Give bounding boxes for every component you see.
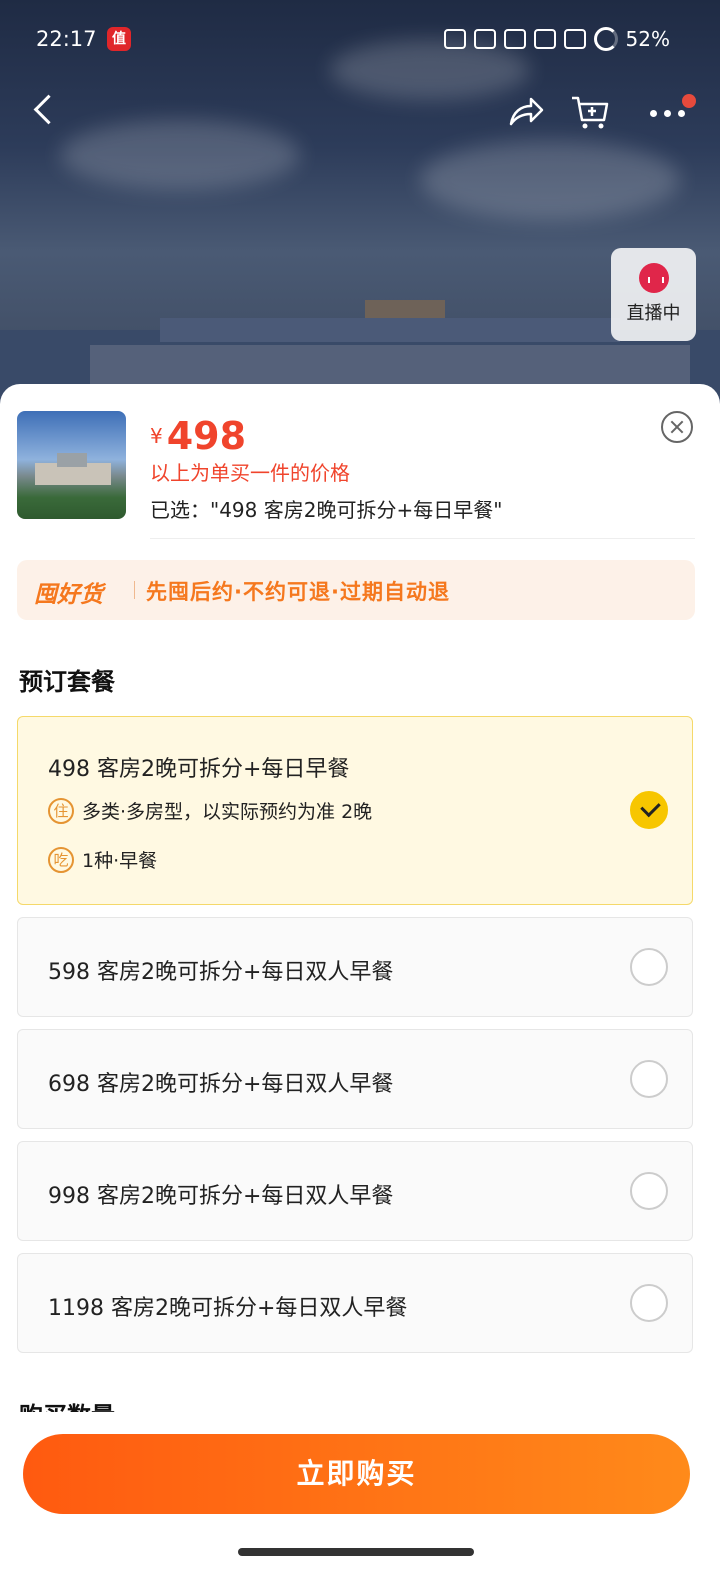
promo-separator bbox=[134, 581, 135, 599]
bluetooth-icon bbox=[473, 29, 496, 49]
package-label: 698 客房2晚可拆分+每日双人早餐 bbox=[48, 1072, 394, 1097]
package-label: 998 客房2晚可拆分+每日双人早餐 bbox=[48, 1184, 394, 1209]
package-detail-stay: 住 多类·多房型，以实际预约为准 2晚 bbox=[48, 797, 372, 824]
battery-level: 52% bbox=[625, 27, 670, 51]
hd-icon bbox=[503, 29, 526, 49]
check-icon[interactable] bbox=[630, 791, 668, 829]
status-bar: 22:17 值 52% bbox=[0, 0, 720, 80]
radio-icon[interactable] bbox=[630, 1060, 668, 1098]
system-icons: 52% bbox=[443, 27, 670, 51]
radio-icon[interactable] bbox=[630, 948, 668, 986]
meal-tag-icon: 吃 bbox=[48, 846, 74, 873]
package-label: 598 客房2晚可拆分+每日双人早餐 bbox=[48, 960, 394, 985]
quantity-title: 购买数量 bbox=[19, 1396, 115, 1412]
battery-icon bbox=[593, 27, 618, 51]
package-option[interactable]: 598 客房2晚可拆分+每日双人早餐 bbox=[17, 917, 693, 1017]
price: ¥498 bbox=[150, 414, 246, 458]
package-label: 498 客房2晚可拆分+每日早餐 bbox=[48, 757, 350, 782]
stay-tag-icon: 住 bbox=[48, 797, 74, 824]
package-option[interactable]: 998 客房2晚可拆分+每日双人早餐 bbox=[17, 1141, 693, 1241]
promo-brand: 囤好货 bbox=[34, 582, 103, 608]
package-label: 1198 客房2晚可拆分+每日双人早餐 bbox=[48, 1296, 408, 1321]
status-time: 22:17 bbox=[36, 27, 97, 51]
promo-text: 先囤后约·不约可退·过期自动退 bbox=[146, 580, 450, 604]
package-detail-meal: 吃 1种·早餐 bbox=[48, 846, 157, 873]
packages-title: 预订套餐 bbox=[19, 668, 115, 696]
package-option[interactable]: 498 客房2晚可拆分+每日早餐 住 多类·多房型，以实际预约为准 2晚 吃 1… bbox=[17, 716, 693, 905]
back-icon[interactable] bbox=[30, 95, 60, 125]
notification-dot bbox=[682, 94, 696, 108]
package-option[interactable]: 698 客房2晚可拆分+每日双人早餐 bbox=[17, 1029, 693, 1129]
currency-symbol: ¥ bbox=[150, 424, 163, 448]
package-detail-text: 多类·多房型，以实际预约为准 2晚 bbox=[82, 801, 373, 823]
live-button[interactable]: 直播中 bbox=[611, 248, 696, 341]
signal-2-icon bbox=[563, 29, 586, 49]
live-icon bbox=[638, 263, 669, 293]
alarm-icon bbox=[443, 29, 466, 49]
live-label: 直播中 bbox=[626, 303, 681, 324]
radio-icon[interactable] bbox=[630, 1284, 668, 1322]
close-icon[interactable] bbox=[661, 411, 693, 443]
selected-sku: 已选："498 客房2晚可拆分+每日早餐" bbox=[150, 498, 503, 522]
package-detail-text: 1种·早餐 bbox=[82, 850, 158, 872]
radio-icon[interactable] bbox=[630, 1172, 668, 1210]
buy-bar: 立即购买 bbox=[0, 1414, 720, 1584]
divider bbox=[150, 538, 695, 539]
buy-now-button[interactable]: 立即购买 bbox=[23, 1434, 690, 1514]
product-thumbnail bbox=[17, 411, 126, 519]
price-note: 以上为单买一件的价格 bbox=[150, 461, 350, 485]
promo-banner: 囤好货 先囤后约·不约可退·过期自动退 bbox=[17, 560, 695, 620]
sku-sheet: ¥498 以上为单买一件的价格 已选："498 客房2晚可拆分+每日早餐" 囤好… bbox=[0, 384, 720, 1584]
price-value: 498 bbox=[166, 414, 247, 458]
package-option[interactable]: 1198 客房2晚可拆分+每日双人早餐 bbox=[17, 1253, 693, 1353]
home-indicator bbox=[238, 1548, 474, 1556]
signal-icon bbox=[533, 29, 556, 49]
cart-icon[interactable] bbox=[570, 92, 610, 132]
share-icon[interactable] bbox=[505, 92, 545, 132]
app-badge-icon: 值 bbox=[107, 27, 131, 51]
